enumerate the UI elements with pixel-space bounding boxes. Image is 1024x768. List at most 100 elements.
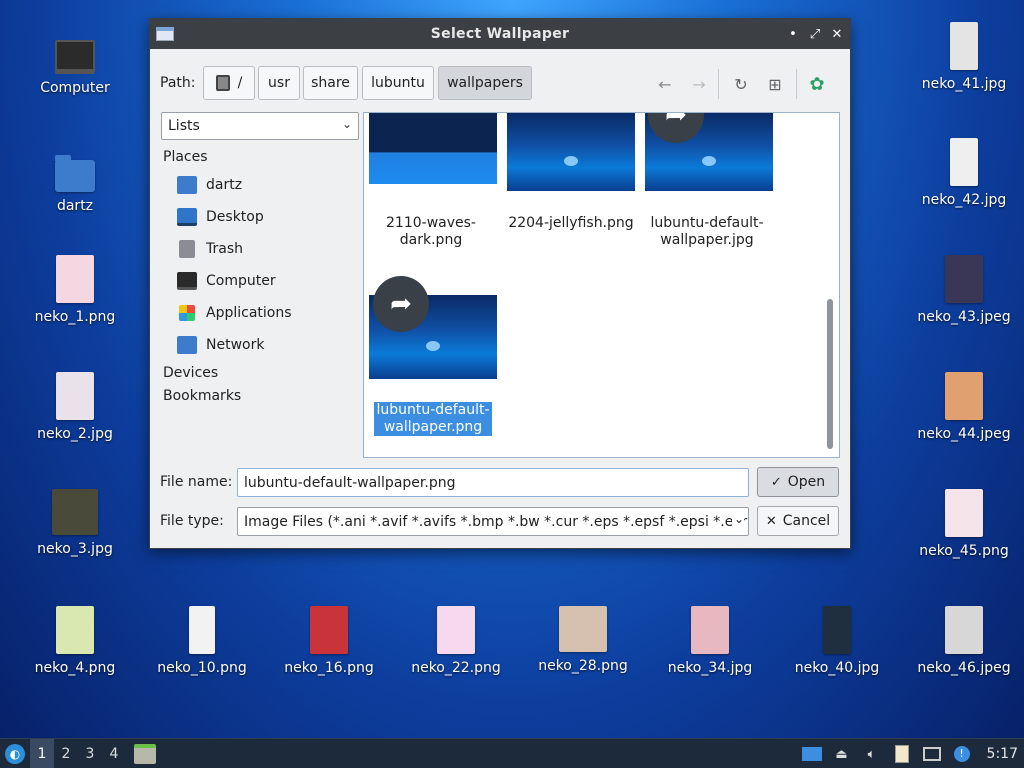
desktop-icon-label: neko_4.png <box>34 660 116 676</box>
filename-input[interactable]: lubuntu-default-wallpaper.png <box>237 468 749 497</box>
file-item-default-png[interactable]: ➦ lubuntu-default- wallpaper.png <box>364 275 498 445</box>
desktop-icon-computer[interactable]: Computer <box>25 16 125 116</box>
filename-label: File name: <box>160 474 233 490</box>
drive-icon <box>215 75 230 91</box>
file-name: lubuntu-default- wallpaper.jpg <box>640 215 774 249</box>
desktop-icon-dartz[interactable]: dartz <box>25 132 125 232</box>
title-bar[interactable]: Select Wallpaper • ⤢ ✕ <box>150 19 850 49</box>
desktop-icon-neko-40[interactable]: neko_40.jpg <box>787 600 887 700</box>
bookmarks-heading[interactable]: Bookmarks <box>163 384 363 407</box>
desktop-icon-label: neko_28.png <box>538 658 628 674</box>
network-icon[interactable] <box>921 744 943 764</box>
breadcrumb-share[interactable]: share <box>303 66 358 100</box>
desktop-switch-2[interactable]: 2 <box>54 739 78 768</box>
home-folder-icon <box>177 176 197 194</box>
cancel-button-label: Cancel <box>782 513 831 529</box>
view-mode-value: Lists <box>168 118 200 134</box>
desktop-icon-label: neko_22.png <box>411 660 501 676</box>
new-folder-icon[interactable]: ⊞ <box>764 73 786 95</box>
desktop-icon-neko-10[interactable]: neko_10.png <box>152 600 252 700</box>
back-icon[interactable]: ← <box>654 73 676 95</box>
file-name-line: 2110-waves- <box>386 215 476 231</box>
desktop-icon-label: neko_10.png <box>157 660 247 676</box>
desktop-icon-neko-16[interactable]: neko_16.png <box>279 600 379 700</box>
desktop-switch-3[interactable]: 3 <box>78 739 102 768</box>
place-label: dartz <box>206 177 243 193</box>
forward-icon[interactable]: → <box>688 73 710 95</box>
place-item-trash[interactable]: Trash <box>163 233 363 265</box>
chevron-down-icon: ⌄ <box>731 512 744 526</box>
desktop-icon-neko-41[interactable]: neko_41.jpg <box>914 16 1014 116</box>
desktop-icon-neko-34[interactable]: neko_34.jpg <box>660 600 760 700</box>
start-menu-button[interactable]: ◐ <box>0 739 30 768</box>
desktop-icon-neko-1[interactable]: neko_1.png <box>25 249 125 349</box>
vertical-scrollbar[interactable] <box>827 299 833 449</box>
desktop-icon-neko-46[interactable]: neko_46.jpeg <box>914 600 1014 700</box>
reload-icon[interactable]: ↻ <box>730 73 752 95</box>
file-manager-taskbar-icon[interactable] <box>134 743 156 764</box>
breadcrumb-label: usr <box>268 75 290 91</box>
place-item-desktop[interactable]: Desktop <box>163 201 363 233</box>
desktop-icon-neko-42[interactable]: neko_42.jpg <box>914 132 1014 232</box>
view-mode-select[interactable]: Lists ⌄ <box>161 112 359 140</box>
clock[interactable]: 5:17 <box>981 746 1018 762</box>
desktop-icon-neko-22[interactable]: neko_22.png <box>406 600 506 700</box>
desktop-icon-label: neko_42.jpg <box>921 192 1007 208</box>
show-desktop-icon[interactable] <box>801 744 823 764</box>
desktop-icon-neko-45[interactable]: neko_45.png <box>914 483 1014 583</box>
place-item-dartz[interactable]: dartz <box>163 169 363 201</box>
desktop-icon-neko-28[interactable]: neko_28.png <box>533 600 633 700</box>
filetype-select[interactable]: Image Files (*.ani *.avif *.avifs *.bmp … <box>237 507 749 536</box>
desktop-switch-1[interactable]: 1 <box>30 738 54 768</box>
computer-icon <box>55 40 95 74</box>
image-thumbnail-icon <box>52 489 98 535</box>
file-name-line: lubuntu-default- <box>650 215 764 231</box>
eject-icon[interactable]: ⏏ <box>831 744 853 764</box>
close-icon[interactable]: ✕ <box>830 27 844 42</box>
image-thumbnail-icon <box>945 489 983 537</box>
file-item-waves-dark[interactable]: 2110-waves- dark.png <box>364 113 498 253</box>
place-item-applications[interactable]: Applications <box>163 297 363 329</box>
file-item-jellyfish[interactable]: 2204-jellyfish.png <box>502 113 636 253</box>
settings-gear-icon[interactable]: ✿ <box>806 73 828 95</box>
clipboard-icon[interactable] <box>891 744 913 764</box>
desktop-icon-label: neko_46.jpeg <box>917 660 1011 676</box>
image-thumbnail-icon <box>56 255 94 303</box>
filename-value: lubuntu-default-wallpaper.png <box>244 474 456 491</box>
breadcrumb-lubuntu[interactable]: lubuntu <box>362 66 434 100</box>
places-sidebar: Places dartz Desktop Trash Computer Appl… <box>163 149 363 407</box>
path-bar: Path: / usr share lubuntu wallpapers ← →… <box>150 63 850 103</box>
file-name: 2110-waves- dark.png <box>364 215 498 249</box>
trash-icon <box>179 240 195 258</box>
file-name: 2204-jellyfish.png <box>502 215 640 232</box>
select-wallpaper-dialog: Select Wallpaper • ⤢ ✕ Path: / usr share… <box>149 18 851 549</box>
open-button[interactable]: ✓ Open <box>757 467 839 497</box>
maximize-icon[interactable]: ⤢ <box>808 27 822 42</box>
file-name-line: wallpaper.png <box>383 419 483 435</box>
desktop-icon-label: Computer <box>40 80 110 96</box>
computer-icon <box>177 272 197 290</box>
place-item-network[interactable]: Network <box>163 329 363 361</box>
desktop-icon-label: neko_44.jpeg <box>917 426 1011 442</box>
breadcrumb-usr[interactable]: usr <box>258 66 300 100</box>
devices-heading[interactable]: Devices <box>163 361 363 384</box>
toolbar-divider <box>718 69 719 99</box>
breadcrumb-wallpapers[interactable]: wallpapers <box>438 66 532 100</box>
place-item-computer[interactable]: Computer <box>163 265 363 297</box>
minimize-icon[interactable]: • <box>786 27 800 42</box>
cancel-button[interactable]: ✕ Cancel <box>757 506 839 536</box>
desktop-icon-neko-2[interactable]: neko_2.jpg <box>25 366 125 466</box>
desktop-icon-neko-44[interactable]: neko_44.jpeg <box>914 366 1014 466</box>
desktop-icon-neko-3[interactable]: neko_3.jpg <box>25 483 125 583</box>
desktop-icon-neko-4[interactable]: neko_4.png <box>25 600 125 700</box>
volume-icon[interactable]: 🔈︎ <box>861 744 883 764</box>
lubuntu-logo-icon: ◐ <box>5 743 25 764</box>
image-thumbnail-icon <box>945 372 983 420</box>
breadcrumb-label: lubuntu <box>371 75 425 91</box>
desktop-icon-neko-43[interactable]: neko_43.jpeg <box>914 249 1014 349</box>
desktop-switch-4[interactable]: 4 <box>102 739 126 768</box>
file-item-default-jpg[interactable]: ➦ lubuntu-default- wallpaper.jpg <box>640 113 774 253</box>
breadcrumb-root[interactable]: / <box>203 66 255 100</box>
update-notification-icon[interactable]: ! <box>951 744 973 764</box>
desktop-icon-label: neko_2.jpg <box>37 426 113 442</box>
